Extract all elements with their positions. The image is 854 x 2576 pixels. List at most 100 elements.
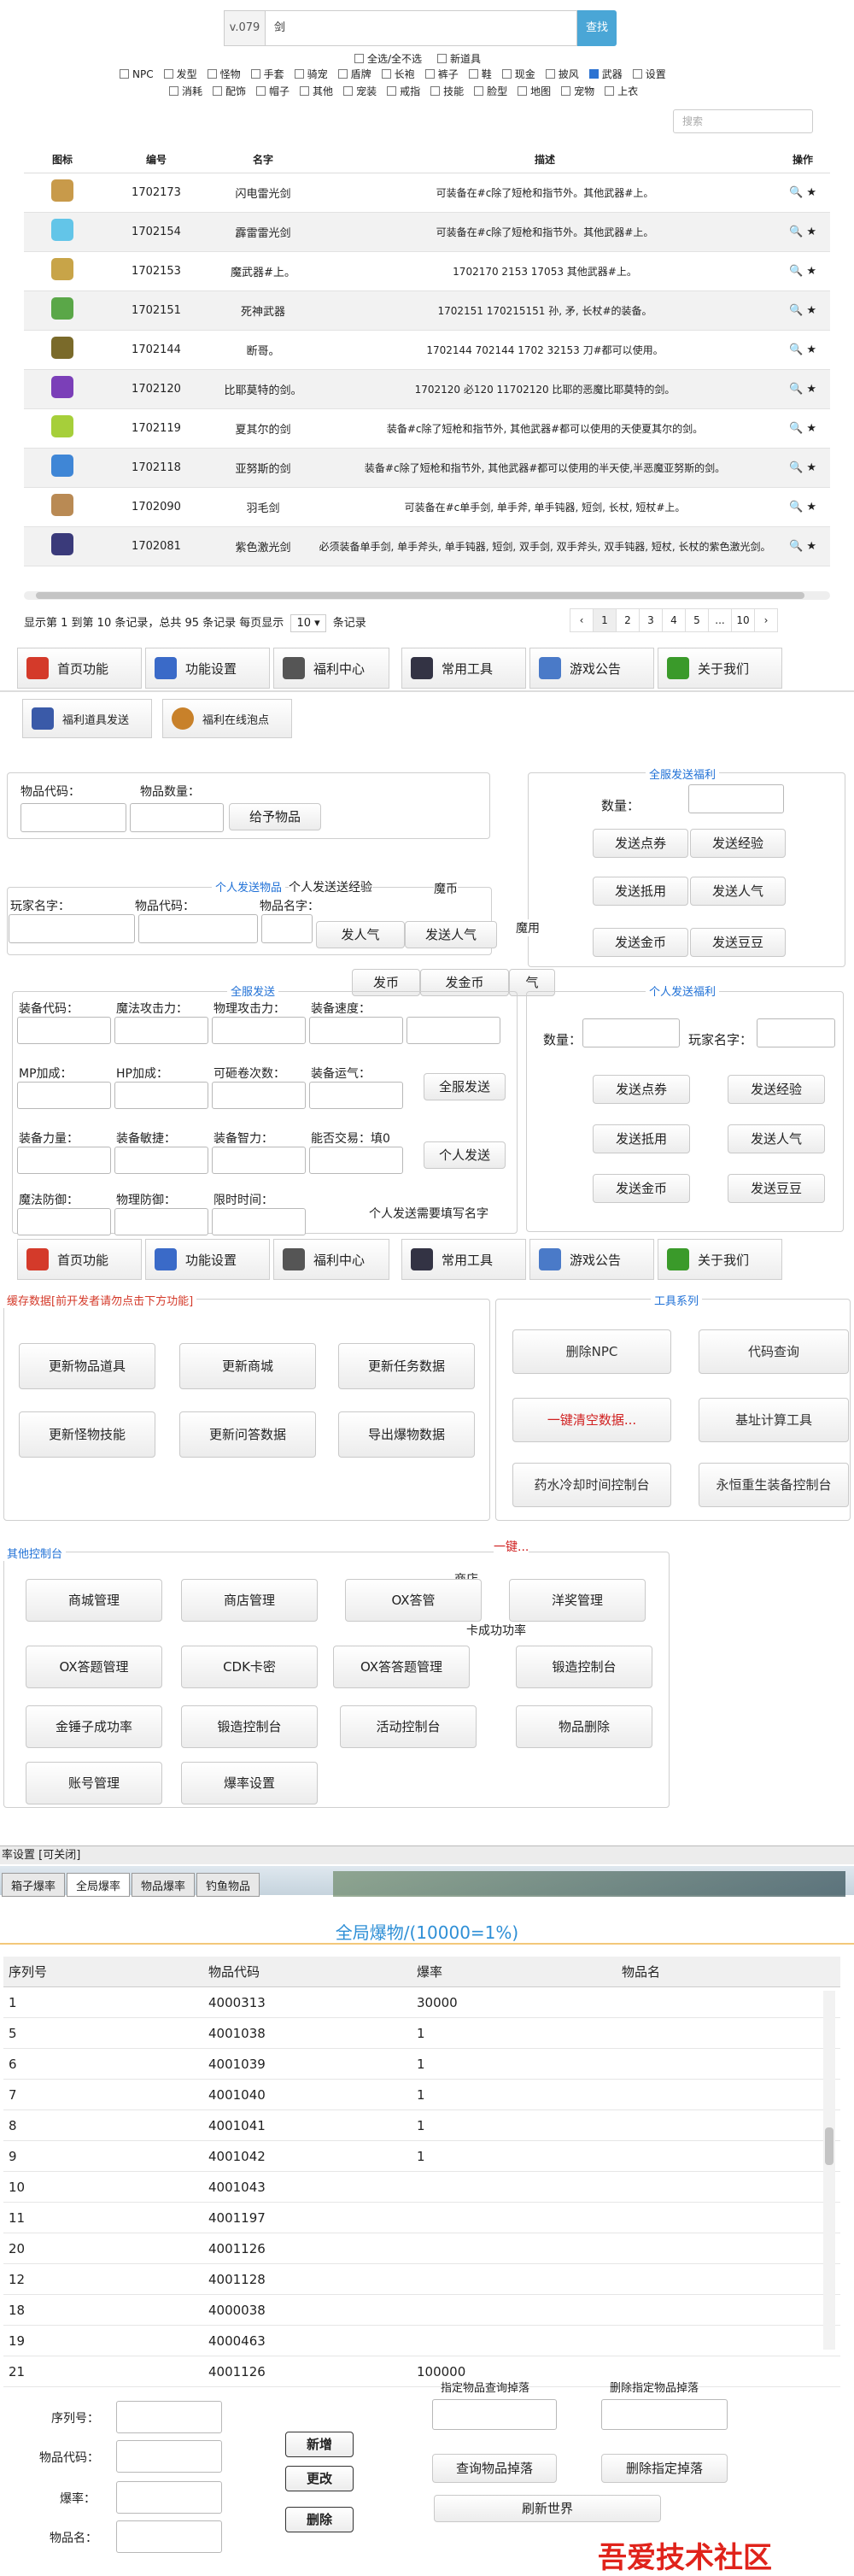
star-icon[interactable]: ★ bbox=[806, 383, 816, 396]
series-btn-4[interactable]: 药水冷却时间控制台 bbox=[512, 1463, 671, 1507]
equip-input-4[interactable] bbox=[17, 1082, 111, 1109]
rate-form-input-1[interactable] bbox=[116, 2440, 222, 2473]
tab-4[interactable]: 游戏公告 bbox=[529, 648, 654, 689]
page-6[interactable]: ... bbox=[708, 608, 732, 632]
filter2-6[interactable]: 技能 bbox=[430, 84, 464, 98]
filter2-8[interactable]: 地图 bbox=[518, 84, 551, 98]
filter2-0[interactable]: 消耗 bbox=[169, 84, 202, 98]
server-send-btn-3[interactable]: 发送人气 bbox=[690, 877, 786, 906]
all-send-button[interactable]: 全服发送 bbox=[424, 1073, 506, 1100]
pw-btn-3[interactable]: 发送人气 bbox=[728, 1124, 825, 1153]
rate-form-input-0[interactable] bbox=[116, 2401, 222, 2433]
send-fame-button-2[interactable]: 发送人气 bbox=[405, 921, 497, 948]
tab-5[interactable]: 关于我们 bbox=[658, 648, 782, 689]
server-send-btn-1[interactable]: 发送经验 bbox=[690, 829, 786, 858]
search-icon[interactable]: 🔍 bbox=[789, 422, 803, 435]
page-size-select[interactable]: 10 ▾ bbox=[290, 614, 326, 632]
pw-btn-4[interactable]: 发送金币 bbox=[593, 1174, 690, 1203]
page-1[interactable]: 1 bbox=[593, 608, 617, 632]
delete-drop-input[interactable] bbox=[601, 2399, 728, 2430]
filter-0[interactable]: NPC bbox=[120, 68, 154, 80]
other-btn-9[interactable]: 锻造控制台 bbox=[181, 1705, 318, 1748]
filter-12[interactable]: 设置 bbox=[632, 67, 666, 81]
give-item-button[interactable]: 给予物品 bbox=[229, 803, 321, 830]
add-button[interactable]: 新增 bbox=[285, 2432, 354, 2457]
rate-tab-1[interactable]: 全局爆率 bbox=[67, 1873, 131, 1897]
rate-row[interactable]: 12 4001128 bbox=[3, 2264, 840, 2295]
personal-equip-send-button[interactable]: 个人发送 bbox=[424, 1141, 506, 1169]
cache-btn-3[interactable]: 更新怪物技能 bbox=[19, 1411, 155, 1458]
page-5[interactable]: 5 bbox=[685, 608, 709, 632]
search-icon[interactable]: 🔍 bbox=[789, 226, 803, 238]
filter2-10[interactable]: 上衣 bbox=[605, 84, 638, 98]
equip-input-2[interactable] bbox=[212, 1017, 306, 1044]
star-icon[interactable]: ★ bbox=[806, 422, 816, 435]
tab-3[interactable]: 常用工具 bbox=[401, 1239, 526, 1280]
equip-input-12[interactable] bbox=[17, 1208, 111, 1235]
delete-drop-button[interactable]: 删除指定掉落 bbox=[601, 2454, 728, 2483]
item-code-input[interactable] bbox=[20, 803, 126, 832]
star-icon[interactable]: ★ bbox=[806, 265, 816, 278]
pw-player-input[interactable] bbox=[757, 1018, 835, 1047]
update-button[interactable]: 更改 bbox=[285, 2466, 354, 2491]
other-btn-3[interactable]: 洋奖管理 bbox=[509, 1579, 646, 1622]
star-icon[interactable]: ★ bbox=[806, 186, 816, 199]
tab-0[interactable]: 首页功能 bbox=[17, 1239, 142, 1280]
rate-row[interactable]: 8 4001041 1 bbox=[3, 2110, 840, 2141]
star-icon[interactable]: ★ bbox=[806, 461, 816, 474]
filter2-9[interactable]: 宠物 bbox=[561, 84, 594, 98]
filter2-1[interactable]: 配饰 bbox=[213, 84, 246, 98]
filter-11[interactable]: 武器 bbox=[588, 67, 623, 81]
cache-btn-4[interactable]: 更新问答数据 bbox=[179, 1411, 316, 1458]
equip-input-8[interactable] bbox=[17, 1147, 111, 1174]
filter-6[interactable]: 长袍 bbox=[381, 67, 415, 81]
search-icon[interactable]: 🔍 bbox=[789, 186, 803, 199]
pw-btn-2[interactable]: 发送抵用 bbox=[593, 1124, 690, 1153]
cache-btn-2[interactable]: 更新任务数据 bbox=[338, 1343, 475, 1389]
other-btn-13[interactable]: 爆率设置 bbox=[181, 1762, 318, 1804]
search-icon[interactable]: 🔍 bbox=[789, 265, 803, 278]
cache-btn-5[interactable]: 导出爆物数据 bbox=[338, 1411, 475, 1458]
horizontal-scrollbar[interactable] bbox=[24, 591, 830, 600]
filter-3[interactable]: 手套 bbox=[250, 67, 284, 81]
star-icon[interactable]: ★ bbox=[806, 343, 816, 356]
server-qty-input[interactable] bbox=[688, 784, 784, 813]
rate-row[interactable]: 19 4000463 bbox=[3, 2326, 840, 2356]
equip-input-9[interactable] bbox=[114, 1147, 208, 1174]
other-btn-0[interactable]: 商城管理 bbox=[26, 1579, 162, 1622]
page-7[interactable]: 10 bbox=[731, 608, 755, 632]
page-2[interactable]: 2 bbox=[616, 608, 640, 632]
rate-row[interactable]: 1 4000313 30000 bbox=[3, 1987, 840, 2018]
tab-1[interactable]: 功能设置 bbox=[145, 1239, 270, 1280]
rate-tab-0[interactable]: 箱子爆率 bbox=[2, 1873, 66, 1897]
rate-row[interactable]: 9 4001042 1 bbox=[3, 2141, 840, 2172]
query-drop-input[interactable] bbox=[432, 2399, 557, 2430]
server-send-btn-2[interactable]: 发送抵用 bbox=[593, 877, 688, 906]
other-btn-10[interactable]: 活动控制台 bbox=[340, 1705, 477, 1748]
equip-input-0[interactable] bbox=[17, 1017, 111, 1044]
server-send-btn-5[interactable]: 发送豆豆 bbox=[690, 928, 786, 957]
equip-input-1[interactable] bbox=[114, 1017, 208, 1044]
tab-2[interactable]: 福利中心 bbox=[273, 648, 389, 689]
equip-input-11[interactable] bbox=[309, 1147, 403, 1174]
other-btn-11[interactable]: 物品删除 bbox=[516, 1705, 652, 1748]
rate-form-input-3[interactable] bbox=[116, 2520, 222, 2553]
rate-row[interactable]: 11 4001197 bbox=[3, 2203, 840, 2233]
rate-row[interactable]: 18 4000038 bbox=[3, 2295, 840, 2326]
page-4[interactable]: 4 bbox=[662, 608, 686, 632]
item-qty-input[interactable] bbox=[130, 803, 224, 832]
series-btn-1[interactable]: 代码查询 bbox=[699, 1329, 849, 1374]
filter2-5[interactable]: 戒指 bbox=[387, 84, 420, 98]
filter2-7[interactable]: 脸型 bbox=[474, 84, 507, 98]
send-fame-button[interactable]: 发人气 bbox=[316, 921, 405, 948]
filter2-4[interactable]: 宠装 bbox=[343, 84, 377, 98]
series-btn-5[interactable]: 永恒重生装备控制台 bbox=[699, 1463, 849, 1507]
other-btn-5[interactable]: CDK卡密 bbox=[181, 1646, 318, 1688]
rate-form-input-2[interactable] bbox=[116, 2481, 222, 2514]
search-button[interactable]: 查找 bbox=[577, 10, 617, 46]
page-8[interactable]: › bbox=[754, 608, 778, 632]
rate-tab-2[interactable]: 物品爆率 bbox=[132, 1873, 196, 1897]
pw-btn-0[interactable]: 发送点券 bbox=[593, 1075, 690, 1104]
page-3[interactable]: 3 bbox=[639, 608, 663, 632]
other-btn-2[interactable]: OX答管 bbox=[345, 1579, 482, 1622]
